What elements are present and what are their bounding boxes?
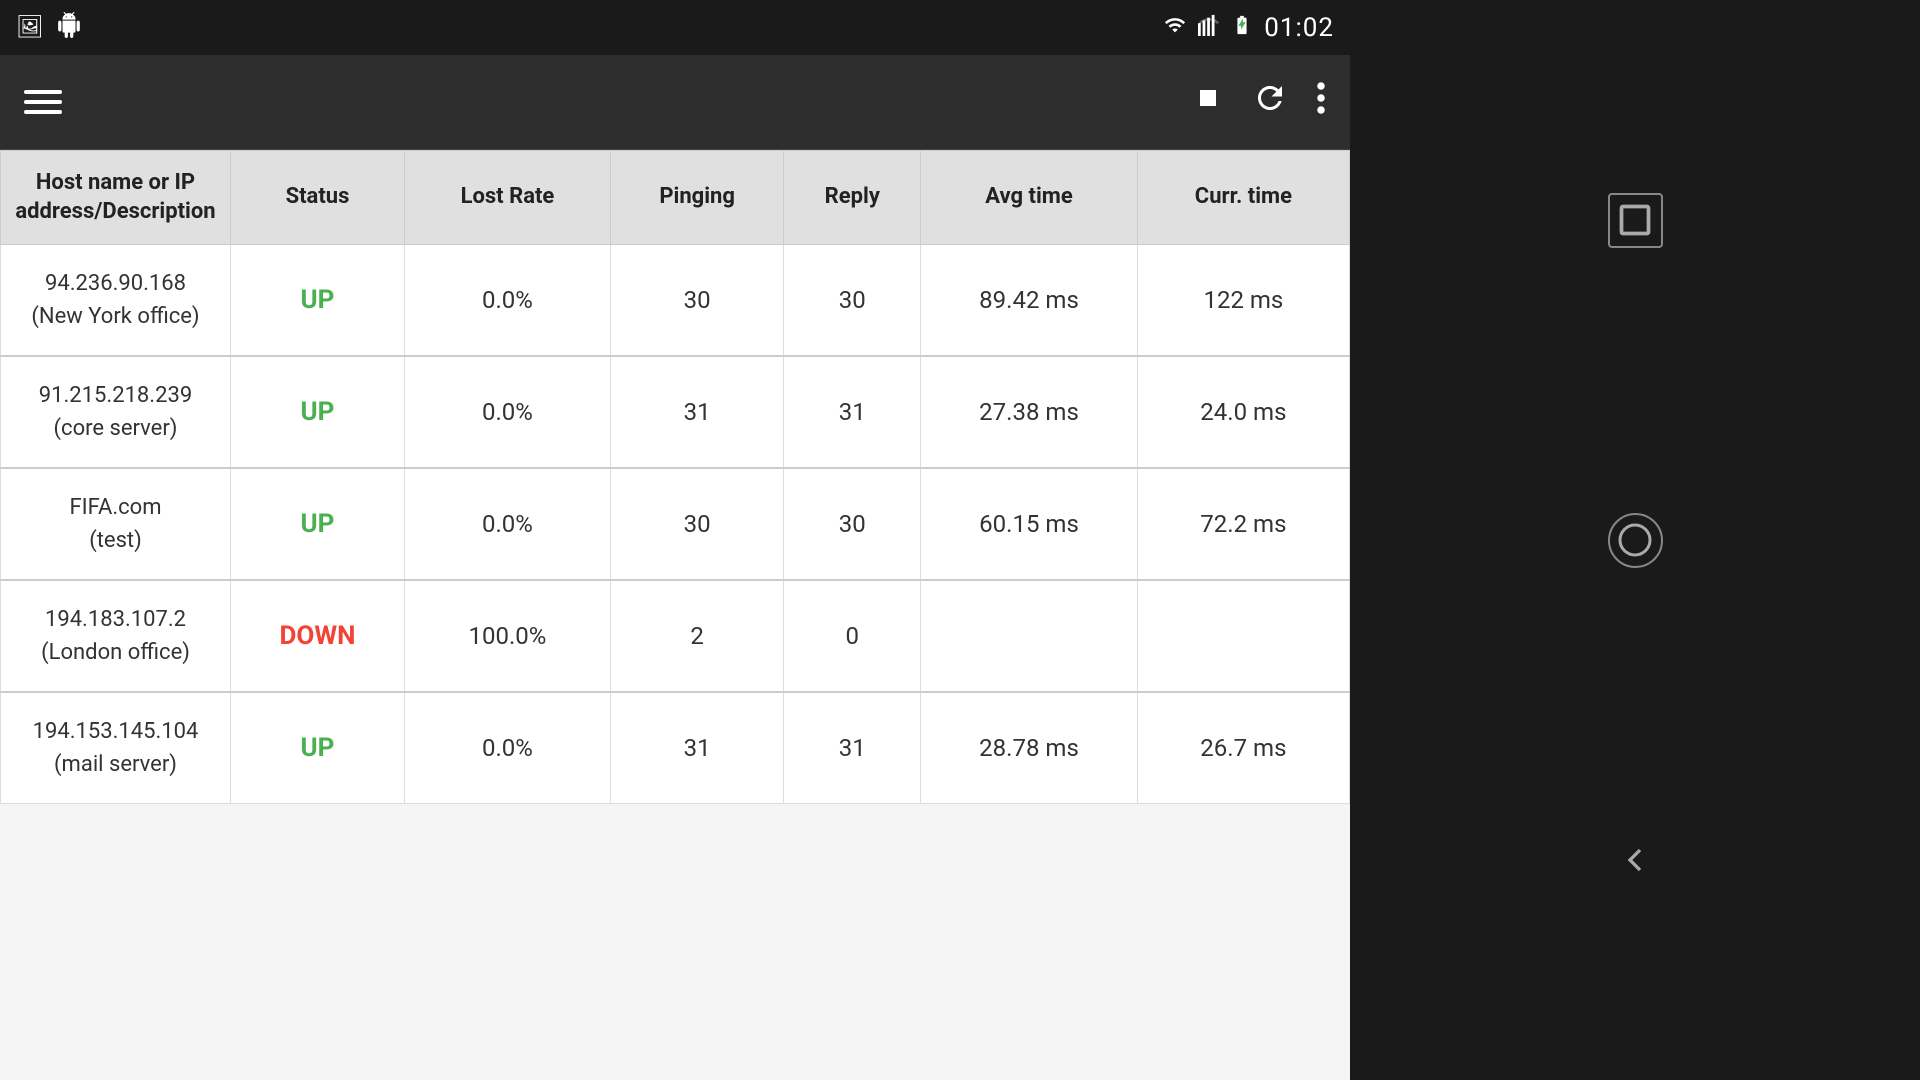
action-bar-right — [1192, 80, 1326, 125]
col-reply: Reply — [784, 151, 921, 245]
image-icon: 🖼 — [16, 15, 44, 40]
col-curr-time: Curr. time — [1137, 151, 1349, 245]
cell-avg-time: 89.42 ms — [921, 245, 1138, 357]
cell-avg-time: 28.78 ms — [921, 692, 1138, 804]
hamburger-menu[interactable] — [24, 90, 62, 114]
recent-apps-button[interactable] — [1608, 193, 1663, 248]
status-bar: 🖼 — [0, 0, 1350, 55]
ping-table-container: Host name or IPaddress/Description Statu… — [0, 150, 1350, 1080]
cell-avg-time: 60.15 ms — [921, 468, 1138, 580]
cell-pinging: 2 — [610, 580, 783, 692]
cell-status: UP — [231, 356, 405, 468]
cell-avg-time: 27.38 ms — [921, 356, 1138, 468]
refresh-button[interactable] — [1252, 80, 1288, 125]
col-lost-rate: Lost Rate — [404, 151, 610, 245]
cell-lost-rate: 100.0% — [404, 580, 610, 692]
cell-lost-rate: 0.0% — [404, 356, 610, 468]
cell-reply: 0 — [784, 580, 921, 692]
table-row[interactable]: 194.153.145.104(mail server) UP 0.0% 31 … — [1, 692, 1350, 804]
cell-reply: 31 — [784, 692, 921, 804]
home-button[interactable] — [1608, 513, 1663, 568]
table-row[interactable]: 91.215.218.239(core server) UP 0.0% 31 3… — [1, 356, 1350, 468]
cell-host: 194.183.107.2(London office) — [1, 580, 231, 692]
cell-status: UP — [231, 468, 405, 580]
cell-host: FIFA.com(test) — [1, 468, 231, 580]
cell-avg-time — [921, 580, 1138, 692]
cell-curr-time: 72.2 ms — [1137, 468, 1349, 580]
signal-icon — [1198, 14, 1220, 42]
ping-table: Host name or IPaddress/Description Statu… — [0, 150, 1350, 804]
stop-button[interactable] — [1192, 82, 1224, 122]
back-button[interactable] — [1608, 833, 1663, 888]
battery-icon — [1230, 14, 1254, 42]
cell-curr-time: 24.0 ms — [1137, 356, 1349, 468]
cell-lost-rate: 0.0% — [404, 692, 610, 804]
table-row[interactable]: FIFA.com(test) UP 0.0% 30 30 60.15 ms 72… — [1, 468, 1350, 580]
cell-lost-rate: 0.0% — [404, 245, 610, 357]
table-row[interactable]: 194.183.107.2(London office) DOWN 100.0%… — [1, 580, 1350, 692]
more-options-button[interactable] — [1316, 80, 1326, 125]
col-pinging: Pinging — [610, 151, 783, 245]
cell-pinging: 31 — [610, 692, 783, 804]
cell-curr-time: 122 ms — [1137, 245, 1349, 357]
android-icon — [56, 12, 82, 44]
cell-status: UP — [231, 245, 405, 357]
table-body: 94.236.90.168(New York office) UP 0.0% 3… — [1, 245, 1350, 804]
nav-buttons-panel — [1350, 0, 1920, 1080]
device-frame: 🖼 — [0, 0, 1350, 1080]
time-display: 01:02 — [1264, 13, 1334, 43]
cell-reply: 31 — [784, 356, 921, 468]
cell-pinging: 30 — [610, 245, 783, 357]
table-header-row: Host name or IPaddress/Description Statu… — [1, 151, 1350, 245]
col-host: Host name or IPaddress/Description — [1, 151, 231, 245]
cell-host: 94.236.90.168(New York office) — [1, 245, 231, 357]
status-bar-right: 01:02 — [1162, 13, 1334, 43]
cell-reply: 30 — [784, 245, 921, 357]
wifi-icon — [1162, 14, 1188, 42]
cell-host: 91.215.218.239(core server) — [1, 356, 231, 468]
cell-pinging: 30 — [610, 468, 783, 580]
action-bar — [0, 55, 1350, 150]
col-status: Status — [231, 151, 405, 245]
status-bar-left: 🖼 — [16, 12, 82, 44]
cell-curr-time — [1137, 580, 1349, 692]
cell-pinging: 31 — [610, 356, 783, 468]
table-row[interactable]: 94.236.90.168(New York office) UP 0.0% 3… — [1, 245, 1350, 357]
cell-host: 194.153.145.104(mail server) — [1, 692, 231, 804]
cell-status: DOWN — [231, 580, 405, 692]
col-avg-time: Avg time — [921, 151, 1138, 245]
cell-curr-time: 26.7 ms — [1137, 692, 1349, 804]
cell-reply: 30 — [784, 468, 921, 580]
cell-status: UP — [231, 692, 405, 804]
cell-lost-rate: 0.0% — [404, 468, 610, 580]
